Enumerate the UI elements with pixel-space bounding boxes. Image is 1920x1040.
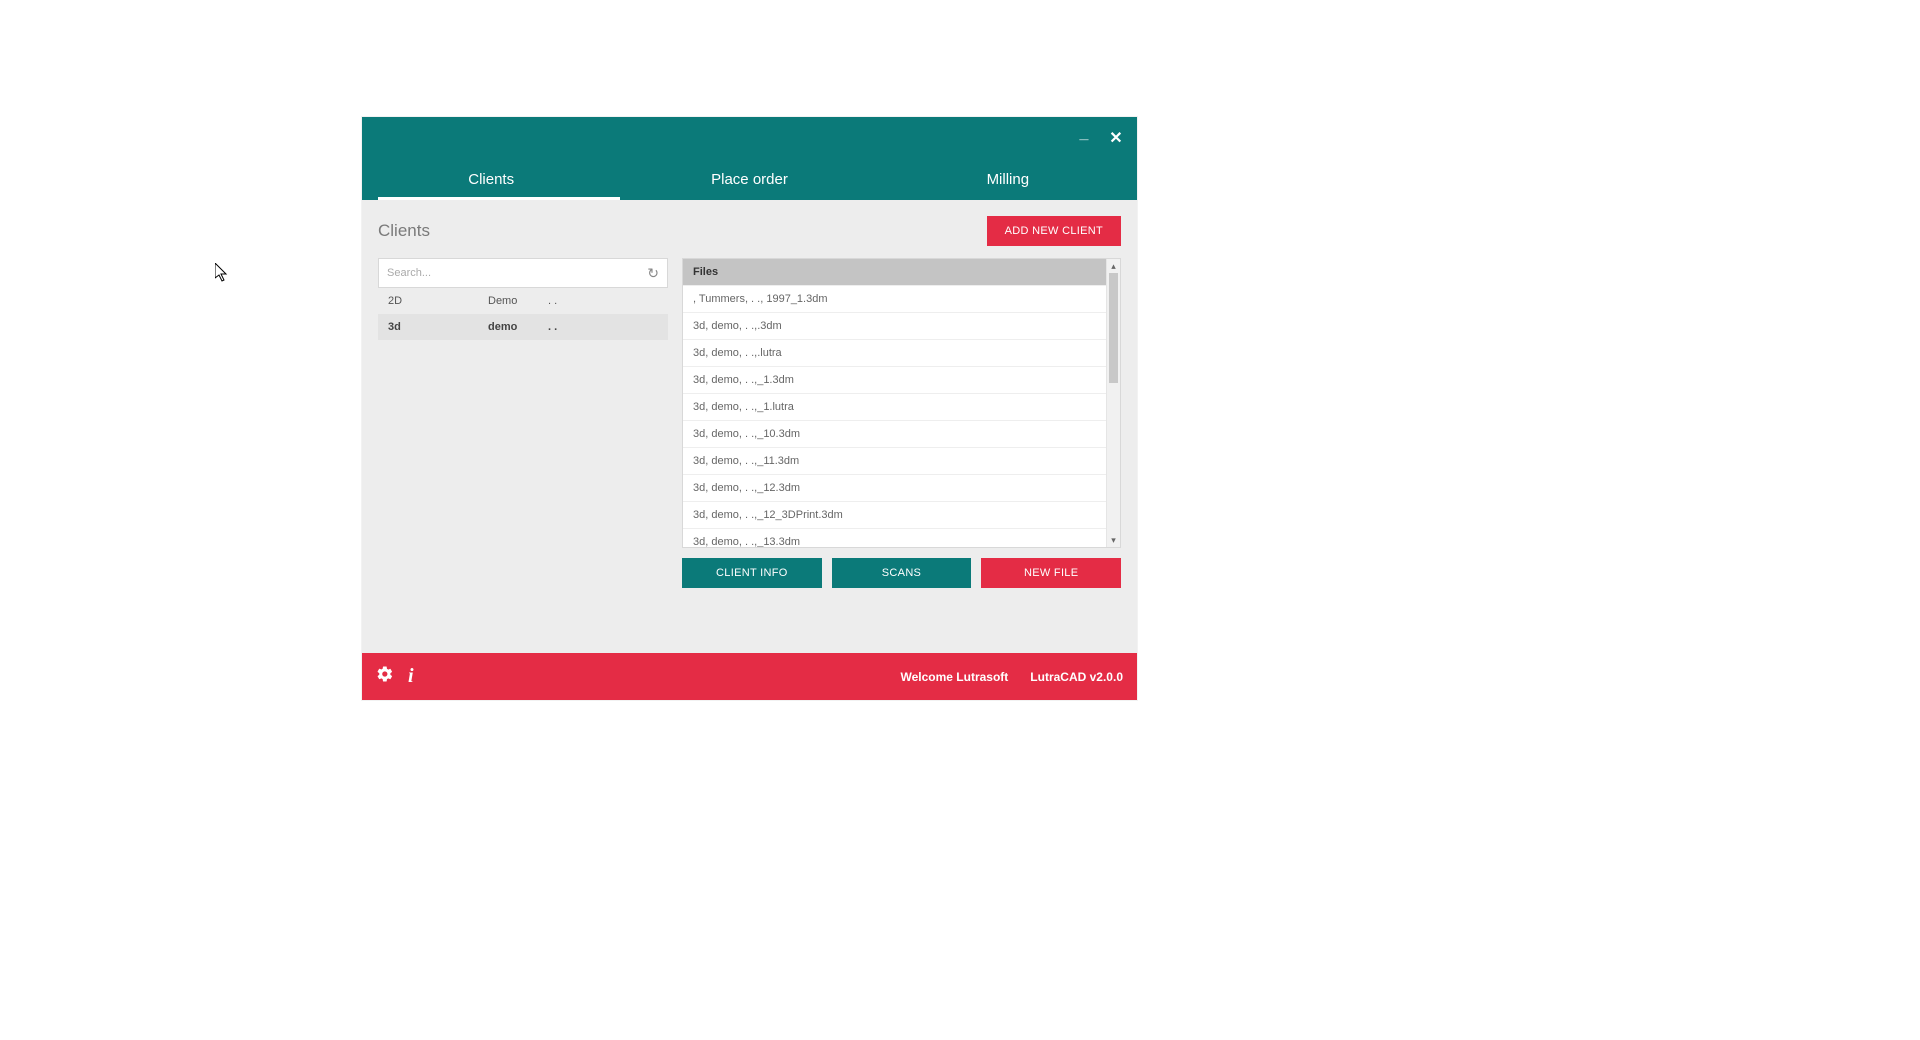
client-list: 2D Demo . . 3d demo . . bbox=[378, 288, 668, 340]
file-row[interactable]: 3d, demo, . .,_12_3DPrint.3dm bbox=[683, 501, 1106, 528]
version-text: LutraCAD v2.0.0 bbox=[1030, 670, 1123, 684]
footer: i Welcome Lutrasoft LutraCAD v2.0.0 bbox=[362, 653, 1137, 700]
file-row[interactable]: 3d, demo, . .,_1.lutra bbox=[683, 393, 1106, 420]
client-row[interactable]: 2D Demo . . bbox=[378, 288, 668, 314]
client-row[interactable]: 3d demo . . bbox=[378, 314, 668, 340]
files-box: Files , Tummers, . ., 1997_1.3dm 3d, dem… bbox=[682, 258, 1121, 548]
client-col3: . . bbox=[548, 295, 658, 307]
scans-button[interactable]: SCANS bbox=[832, 558, 972, 588]
add-new-client-button[interactable]: ADD NEW CLIENT bbox=[987, 216, 1121, 246]
files-header: Files bbox=[683, 259, 1106, 285]
tab-label: Clients bbox=[468, 171, 514, 188]
scrollbar[interactable]: ▴ ▾ bbox=[1106, 259, 1120, 547]
search-input[interactable] bbox=[387, 267, 647, 279]
welcome-text: Welcome Lutrasoft bbox=[901, 670, 1009, 684]
file-row[interactable]: 3d, demo, . .,.3dm bbox=[683, 312, 1106, 339]
files-panel: Files , Tummers, . ., 1997_1.3dm 3d, dem… bbox=[682, 258, 1121, 588]
footer-left: i bbox=[376, 665, 414, 688]
content-header: Clients ADD NEW CLIENT bbox=[378, 216, 1121, 246]
tab-milling[interactable]: Milling bbox=[879, 158, 1137, 200]
clients-panel: ↻ 2D Demo . . 3d demo . . bbox=[378, 258, 668, 588]
tab-label: Milling bbox=[987, 171, 1030, 188]
files-list: Files , Tummers, . ., 1997_1.3dm 3d, dem… bbox=[683, 259, 1106, 547]
tab-place-order[interactable]: Place order bbox=[620, 158, 878, 200]
gear-icon[interactable] bbox=[376, 665, 394, 688]
tab-label: Place order bbox=[711, 171, 788, 188]
main-columns: ↻ 2D Demo . . 3d demo . . bbox=[378, 258, 1121, 588]
client-col2: Demo bbox=[488, 295, 548, 307]
scroll-up-icon[interactable]: ▴ bbox=[1107, 259, 1120, 273]
file-actions: CLIENT INFO SCANS NEW FILE bbox=[682, 558, 1121, 588]
new-file-button[interactable]: NEW FILE bbox=[981, 558, 1121, 588]
page-title: Clients bbox=[378, 221, 430, 241]
client-col1: 2D bbox=[388, 295, 488, 307]
info-icon[interactable]: i bbox=[408, 665, 414, 688]
titlebar: _ ✕ bbox=[362, 117, 1137, 158]
cursor-icon bbox=[215, 263, 231, 283]
scroll-down-icon[interactable]: ▾ bbox=[1107, 533, 1120, 547]
client-col2: demo bbox=[488, 321, 548, 333]
close-icon[interactable]: ✕ bbox=[1107, 128, 1125, 148]
file-row[interactable]: 3d, demo, . .,_1.3dm bbox=[683, 366, 1106, 393]
scroll-thumb[interactable] bbox=[1109, 273, 1118, 383]
refresh-icon[interactable]: ↻ bbox=[647, 265, 659, 282]
client-info-button[interactable]: CLIENT INFO bbox=[682, 558, 822, 588]
app-window: _ ✕ Clients Place order Milling Clients … bbox=[362, 117, 1137, 700]
content-area: Clients ADD NEW CLIENT ↻ 2D Demo . . 3d bbox=[362, 200, 1137, 653]
client-col3: . . bbox=[548, 321, 658, 333]
file-row[interactable]: , Tummers, . ., 1997_1.3dm bbox=[683, 285, 1106, 312]
file-row[interactable]: 3d, demo, . .,_12.3dm bbox=[683, 474, 1106, 501]
minimize-icon[interactable]: _ bbox=[1075, 125, 1093, 143]
file-row[interactable]: 3d, demo, . .,_11.3dm bbox=[683, 447, 1106, 474]
tab-bar: Clients Place order Milling bbox=[362, 158, 1137, 200]
search-wrap: ↻ bbox=[378, 258, 668, 288]
file-row[interactable]: 3d, demo, . .,_13.3dm bbox=[683, 528, 1106, 547]
footer-right: Welcome Lutrasoft LutraCAD v2.0.0 bbox=[901, 670, 1124, 684]
client-col1: 3d bbox=[388, 321, 488, 333]
file-row[interactable]: 3d, demo, . .,_10.3dm bbox=[683, 420, 1106, 447]
tab-clients[interactable]: Clients bbox=[362, 158, 620, 200]
file-row[interactable]: 3d, demo, . .,.lutra bbox=[683, 339, 1106, 366]
